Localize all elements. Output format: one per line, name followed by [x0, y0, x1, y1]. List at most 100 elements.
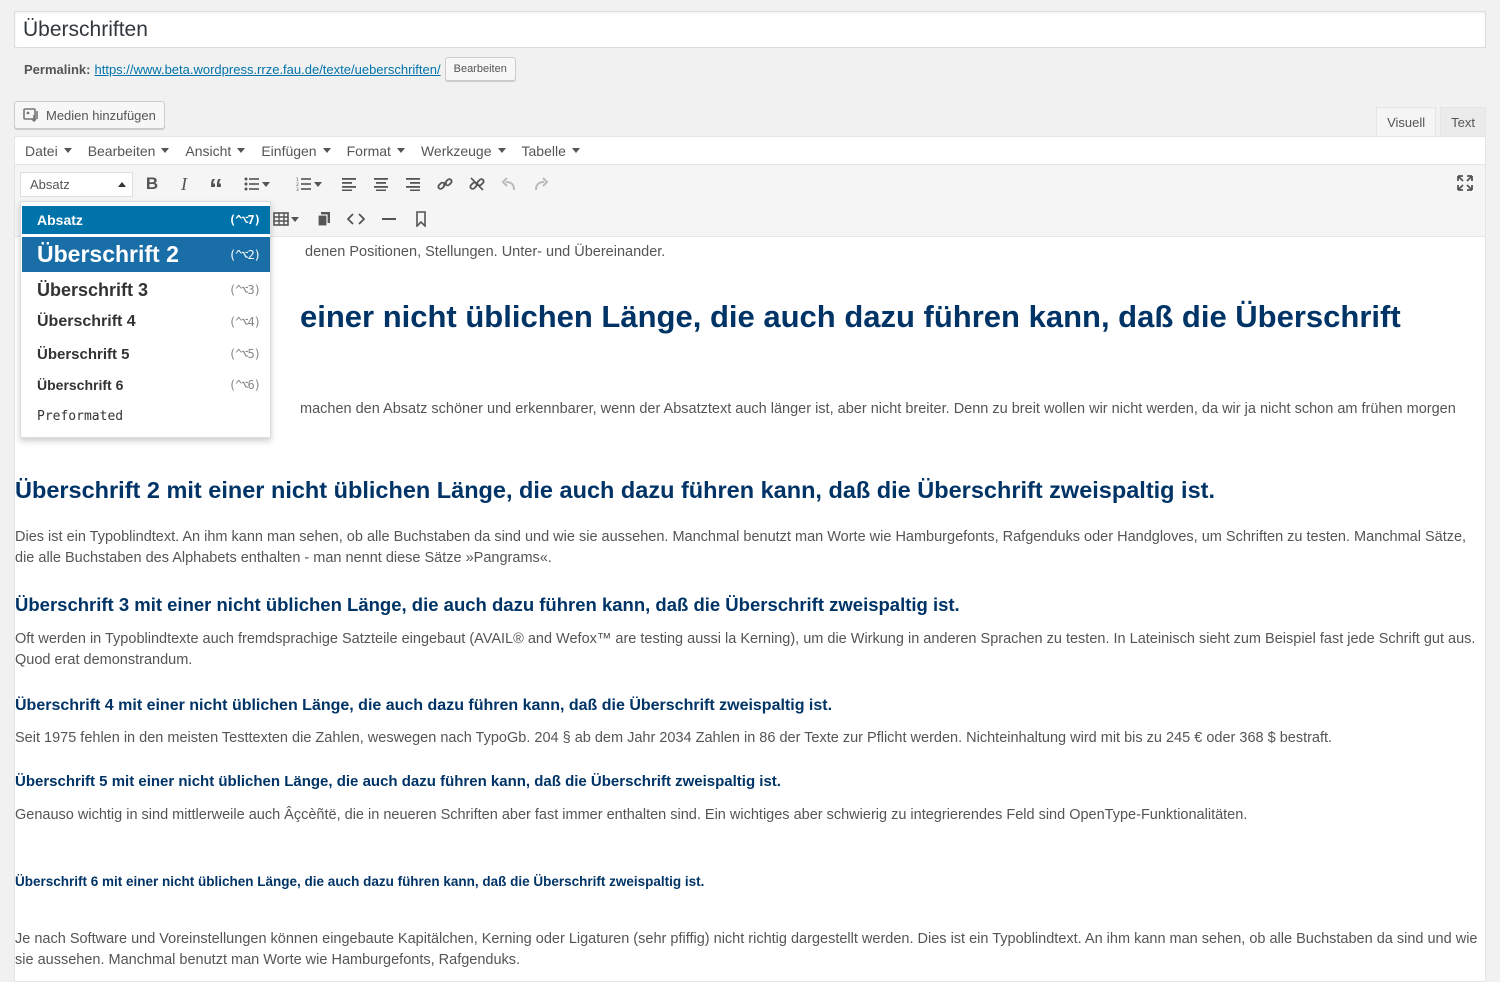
menu-label: Bearbeiten — [87, 142, 156, 159]
format-option-label: Überschrift 4 — [37, 313, 136, 330]
blockquote-button[interactable]: “ — [202, 170, 230, 204]
editor-tabs: Visuell Text — [1372, 107, 1486, 136]
bookmark-button[interactable] — [407, 205, 435, 233]
quote-icon: “ — [209, 173, 223, 204]
chevron-up-icon — [118, 182, 126, 187]
format-option-h5[interactable]: Überschrift 5 (^⌥5) — [22, 340, 270, 368]
chevron-down-icon — [237, 148, 246, 153]
format-option-paragraph[interactable]: Absatz (^⌥7) — [22, 206, 270, 234]
code-button[interactable] — [342, 205, 370, 233]
format-option-label: Überschrift 6 — [37, 377, 124, 393]
unlink-icon — [469, 177, 485, 191]
chevron-down-icon — [262, 181, 270, 187]
paragraph: Dies ist ein Typoblindtext. An ihm kann … — [15, 529, 1467, 566]
format-option-shortcut: (^⌥7) — [228, 213, 261, 227]
tab-visual[interactable]: Visuell — [1376, 107, 1437, 136]
format-option-h6[interactable]: Überschrift 6 (^⌥6) — [22, 371, 270, 399]
chevron-down-icon — [314, 181, 322, 187]
format-option-label: Überschrift 3 — [37, 279, 149, 300]
svg-text:3: 3 — [296, 187, 299, 191]
italic-icon: I — [181, 173, 187, 194]
heading-2: Überschrift 2 mit einer nicht üblichen L… — [15, 477, 1216, 503]
paste-icon — [317, 212, 330, 227]
format-option-h3[interactable]: Überschrift 3 (^⌥3) — [22, 276, 270, 304]
post-title-input[interactable]: Überschriften — [14, 11, 1486, 48]
horizontal-line-button[interactable] — [375, 205, 403, 233]
format-option-label: Überschrift 5 — [37, 345, 130, 363]
table-icon — [273, 212, 289, 226]
chevron-down-icon — [497, 148, 506, 153]
menu-insert[interactable]: Einfügen — [253, 137, 338, 165]
fullscreen-button[interactable] — [1455, 173, 1475, 193]
code-icon — [347, 213, 365, 225]
fullscreen-icon — [1457, 175, 1473, 191]
paragraph: Seit 1975 fehlen in den meisten Testtext… — [15, 730, 1333, 746]
format-option-preformatted[interactable]: Preformated — [22, 402, 270, 430]
bullet-list-button[interactable] — [237, 170, 277, 198]
format-option-h2[interactable]: Überschrift 2 (^⌥2) — [22, 237, 270, 272]
permalink-label: Permalink: — [24, 61, 91, 77]
format-option-label: Überschrift 2 — [37, 241, 179, 267]
heading-6: Überschrift 6 mit einer nicht üblichen L… — [15, 874, 705, 889]
table-button[interactable] — [268, 205, 304, 233]
menu-table[interactable]: Tabelle — [514, 137, 588, 165]
permalink-row: Permalink: https://www.beta.wordpress.rr… — [24, 56, 516, 82]
format-dropdown: Absatz (^⌥7) Überschrift 2 (^⌥2) Übersch… — [20, 201, 271, 438]
link-icon — [437, 178, 453, 190]
paste-text-button[interactable] — [310, 205, 338, 233]
menu-file[interactable]: Datei — [17, 137, 80, 165]
format-option-label: Preformated — [37, 408, 124, 424]
heading-1: einer nicht üblichen Länge, die auch daz… — [300, 299, 1401, 334]
menu-view[interactable]: Ansicht — [177, 137, 253, 165]
align-right-button[interactable] — [399, 170, 427, 198]
format-select[interactable]: Absatz — [20, 172, 133, 197]
menu-label: Datei — [25, 142, 58, 159]
heading-4: Überschrift 4 mit einer nicht üblichen L… — [15, 697, 833, 714]
add-media-label: Medien hinzufügen — [46, 107, 156, 123]
bullet-list-icon — [244, 177, 259, 191]
add-media-button[interactable]: Medien hinzufügen — [14, 101, 165, 129]
chevron-down-icon — [571, 148, 580, 153]
format-option-shortcut: (^⌥3) — [228, 283, 261, 297]
format-option-shortcut: (^⌥4) — [228, 315, 261, 329]
bookmark-icon — [416, 211, 426, 227]
numbered-list-button[interactable]: 123 — [289, 170, 329, 198]
paragraph: Je nach Software und Voreinstellungen kö… — [15, 931, 1478, 968]
chevron-down-icon — [322, 148, 331, 153]
align-center-button[interactable] — [367, 170, 395, 198]
menu-edit[interactable]: Bearbeiten — [80, 137, 178, 165]
menu-label: Ansicht — [185, 142, 232, 159]
format-option-shortcut: (^⌥6) — [228, 378, 261, 392]
redo-icon — [535, 177, 549, 191]
menu-label: Format — [346, 142, 391, 159]
permalink-edit-button[interactable]: Bearbeiten — [444, 57, 516, 81]
align-center-icon — [374, 178, 388, 191]
chevron-down-icon — [63, 148, 72, 153]
insert-link-button[interactable] — [431, 170, 459, 198]
chevron-down-icon — [291, 216, 299, 222]
format-option-shortcut: (^⌥5) — [228, 347, 261, 361]
remove-link-button[interactable] — [463, 170, 491, 198]
paragraph: machen den Absatz schöner und erkennbare… — [300, 401, 1456, 417]
menu-label: Werkzeuge — [420, 142, 492, 159]
format-option-h4[interactable]: Überschrift 4 (^⌥4) — [22, 308, 270, 336]
tab-text[interactable]: Text — [1440, 107, 1486, 136]
align-left-icon — [342, 178, 356, 191]
redo-button[interactable] — [527, 170, 555, 198]
align-left-button[interactable] — [335, 170, 363, 198]
menu-format[interactable]: Format — [339, 137, 413, 165]
paragraph: Oft werden in Typoblindtexte auch fremds… — [15, 631, 1476, 668]
bold-button[interactable]: B — [138, 170, 166, 198]
permalink-link[interactable]: https://www.beta.wordpress.rrze.fau.de/t… — [94, 62, 440, 77]
heading-3: Überschrift 3 mit einer nicht üblichen L… — [15, 594, 960, 615]
horizontal-line-icon — [382, 218, 396, 220]
chevron-down-icon — [161, 148, 170, 153]
editor-menubar: Datei Bearbeiten Ansicht Einfügen Format… — [15, 137, 1485, 165]
menu-tools[interactable]: Werkzeuge — [413, 137, 514, 165]
italic-button[interactable]: I — [170, 170, 198, 198]
align-right-icon — [406, 178, 420, 191]
paragraph: Genauso wichtig in sind mittlerweile auc… — [15, 807, 1248, 823]
heading-5: Überschrift 5 mit einer nicht üblichen L… — [15, 773, 781, 790]
menu-label: Einfügen — [261, 142, 317, 159]
undo-button[interactable] — [495, 170, 523, 198]
